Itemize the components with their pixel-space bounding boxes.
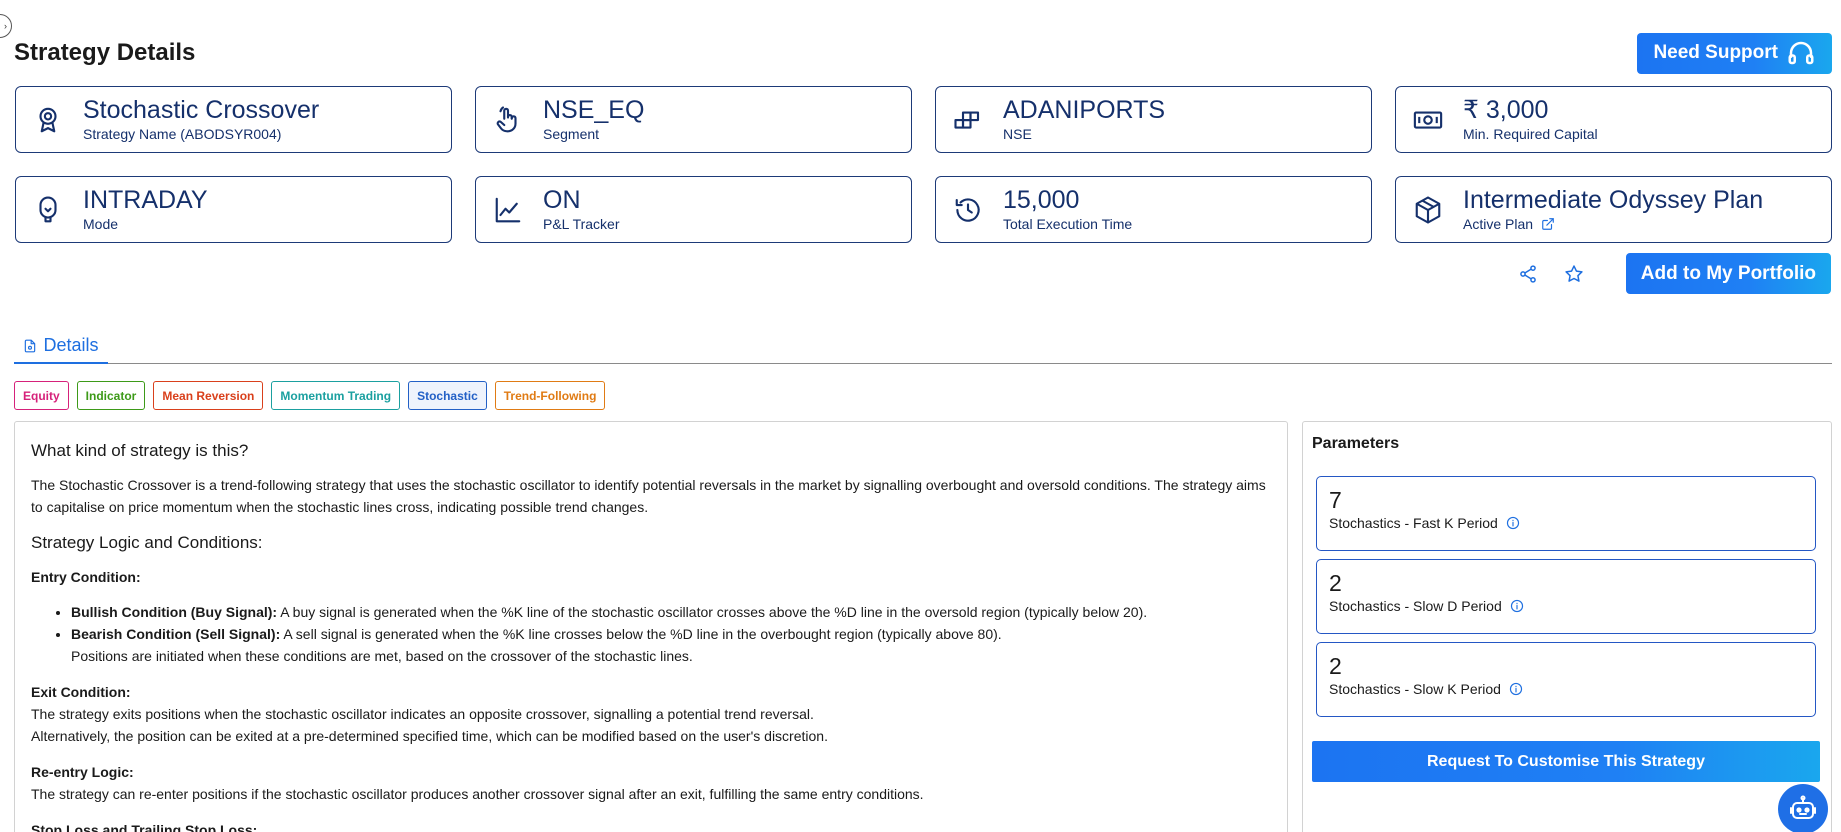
bulb-icon [32, 194, 64, 226]
pnl-tracker-value: ON [543, 186, 581, 215]
exit-condition-line-1: The strategy exits positions when the st… [31, 706, 814, 722]
share-icon [1519, 264, 1536, 283]
add-to-portfolio-button[interactable]: Add to My Portfolio [1625, 253, 1831, 294]
param-value: 7 [1329, 487, 1342, 513]
list-item: Bearish Condition (Sell Signal): A sell … [71, 623, 1271, 667]
strategy-name-value: Stochastic Crossover [83, 96, 320, 125]
segment-label: Segment [543, 125, 600, 142]
sell-signal-text: A sell signal is generated when the %K l… [280, 626, 1002, 642]
strategy-type-heading: What kind of strategy is this? [31, 441, 249, 460]
tag-stochastic: Stochastic [408, 381, 487, 410]
list-item: Bullish Condition (Buy Signal): A buy si… [71, 601, 1271, 623]
sidebar-toggle-button[interactable]: › [0, 14, 12, 38]
tag-momentum-trading: Momentum Trading [271, 381, 401, 410]
reentry-text: The strategy can re-enter positions if t… [31, 786, 924, 802]
line-chart-icon [492, 194, 524, 226]
active-plan-value: Intermediate Odyssey Plan [1463, 186, 1764, 215]
exit-condition-title: Exit Condition: [31, 684, 131, 700]
strategy-info-cards: Stochastic Crossover Strategy Name (ABOD… [15, 86, 1832, 243]
strategy-name-label: Strategy Name (ABODSYR004) [83, 125, 282, 142]
active-plan-card: Intermediate Odyssey Plan Active Plan [1395, 176, 1832, 243]
capital-value: ₹ 3,000 [1463, 96, 1549, 125]
package-icon [1412, 194, 1444, 226]
external-link-icon [1542, 217, 1554, 230]
strategy-tags: Equity Indicator Mean Reversion Momentum… [14, 381, 606, 410]
blocks-icon [952, 104, 984, 136]
history-icon [952, 194, 984, 226]
tap-hand-icon [492, 104, 524, 136]
need-support-button[interactable]: Need Support [1637, 32, 1832, 74]
execution-time-value: 15,000 [1003, 186, 1080, 215]
info-icon[interactable] [1510, 599, 1524, 613]
reentry-title: Re-entry Logic: [31, 764, 134, 780]
tag-trend-following: Trend-Following [494, 381, 606, 410]
mode-card: INTRADAY Mode [15, 176, 452, 243]
param-slow-k-period: 2 Stochastics - Slow K Period [1316, 642, 1816, 717]
param-fast-k-period: 7 Stochastics - Fast K Period [1316, 476, 1816, 551]
stop-loss-title: Stop Loss and Trailing Stop Loss: [31, 822, 258, 832]
strategy-badge-icon [32, 104, 64, 136]
param-label: Stochastics - Fast K Period [1329, 515, 1498, 532]
active-plan-link[interactable]: Active Plan [1463, 216, 1763, 232]
mode-value: INTRADAY [83, 186, 208, 215]
need-support-label: Need Support [1653, 42, 1778, 63]
strategy-actions: Add to My Portfolio [1516, 253, 1831, 294]
headset-icon [1788, 41, 1814, 65]
segment-value: NSE_EQ [543, 96, 645, 125]
mode-label: Mode [83, 215, 119, 232]
segment-card: NSE_EQ Segment [475, 86, 912, 153]
exit-condition-line-2: Alternatively, the position can be exite… [31, 728, 828, 744]
star-icon [1565, 264, 1583, 282]
entry-conditions-list: Bullish Condition (Buy Signal): A buy si… [71, 601, 1271, 667]
tag-equity: Equity [14, 381, 69, 410]
logic-heading: Strategy Logic and Conditions: [31, 533, 263, 552]
execution-time-label: Total Execution Time [1003, 215, 1133, 232]
document-icon [25, 339, 36, 352]
reentry-block: Re-entry Logic: The strategy can re-ente… [31, 761, 1271, 805]
page-title: Strategy Details [14, 39, 196, 66]
exchange-label: NSE [1003, 125, 1032, 142]
chatbot-button[interactable] [1778, 784, 1828, 832]
buy-signal-title: Bullish Condition (Buy Signal): [71, 604, 278, 620]
share-button[interactable] [1516, 262, 1540, 286]
instrument-card: ADANIPORTS NSE [935, 86, 1372, 153]
parameters-panel: Parameters 7 Stochastics - Fast K Period… [1302, 421, 1832, 832]
param-label: Stochastics - Slow D Period [1329, 598, 1502, 615]
instrument-value: ADANIPORTS [1003, 96, 1166, 125]
execution-time-card: 15,000 Total Execution Time [935, 176, 1372, 243]
pnl-tracker-card: ON P&L Tracker [475, 176, 912, 243]
robot-icon [1790, 795, 1816, 819]
exit-condition-block: Exit Condition: The strategy exits posit… [31, 681, 1271, 747]
tag-indicator: Indicator [76, 381, 146, 410]
info-icon[interactable] [1509, 682, 1523, 696]
tab-bar: Details [14, 329, 1832, 364]
param-value: 2 [1329, 653, 1342, 679]
tab-details-label: Details [43, 335, 99, 355]
tag-mean-reversion: Mean Reversion [153, 381, 264, 410]
active-plan-label: Active Plan [1463, 215, 1534, 232]
strategy-type-text: The Stochastic Crossover is a trend-foll… [31, 477, 1266, 515]
sell-signal-title: Bearish Condition (Sell Signal): [71, 626, 281, 642]
buy-signal-text: A buy signal is generated when the %K li… [277, 604, 1148, 620]
entry-note: Positions are initiated when these condi… [71, 648, 693, 664]
parameters-title: Parameters [1312, 435, 1400, 452]
capital-card: ₹ 3,000 Min. Required Capital [1395, 86, 1832, 153]
entry-condition-title: Entry Condition: [31, 569, 141, 585]
param-value: 2 [1329, 570, 1342, 596]
pnl-tracker-label: P&L Tracker [543, 215, 620, 232]
tab-details[interactable]: Details [14, 329, 108, 364]
info-icon[interactable] [1506, 516, 1520, 530]
param-label: Stochastics - Slow K Period [1329, 681, 1501, 698]
cash-icon [1412, 104, 1444, 136]
page-header: Strategy Details Need Support [14, 32, 1832, 74]
strategy-name-card: Stochastic Crossover Strategy Name (ABOD… [15, 86, 452, 153]
request-customise-button[interactable]: Request To Customise This Strategy [1312, 741, 1820, 782]
strategy-description: What kind of strategy is this? The Stoch… [14, 421, 1288, 832]
capital-label: Min. Required Capital [1463, 125, 1598, 142]
param-slow-d-period: 2 Stochastics - Slow D Period [1316, 559, 1816, 634]
favorite-button[interactable] [1562, 262, 1586, 286]
